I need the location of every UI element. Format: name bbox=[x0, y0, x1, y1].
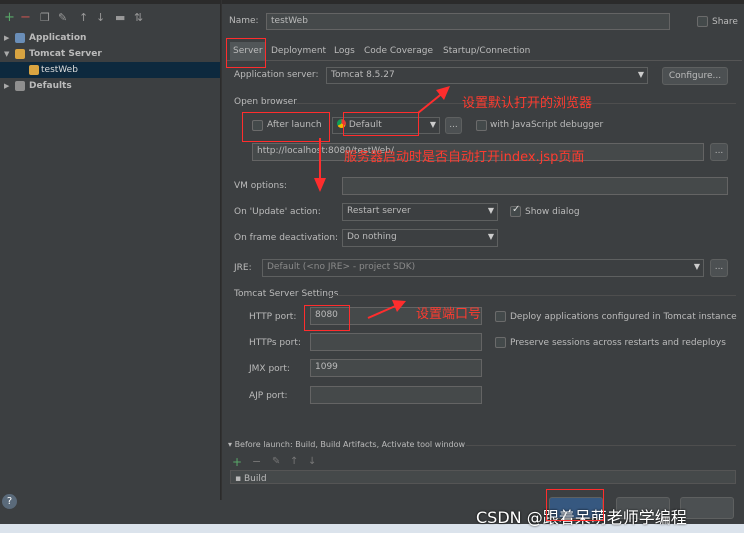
annotation-port: 设置端口号 bbox=[416, 307, 482, 322]
arrow-browser bbox=[417, 91, 445, 114]
arrowhead-icon bbox=[314, 178, 326, 192]
annotation-browser: 设置默认打开的浏览器 bbox=[462, 96, 593, 111]
annotation-index-page: 服务器启动时是否自动打开index.jsp页面 bbox=[344, 150, 585, 165]
annotation-arrows bbox=[314, 86, 450, 319]
